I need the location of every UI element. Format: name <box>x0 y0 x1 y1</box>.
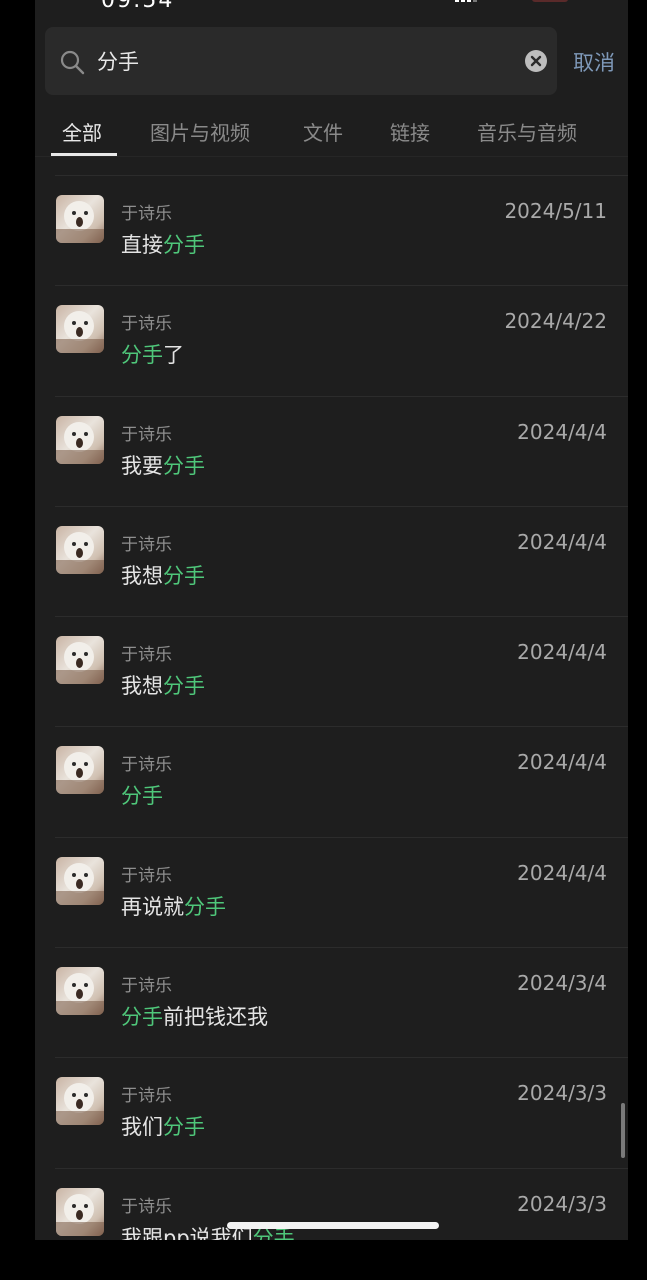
search-screen: 09:54 分手 取消 全部 图片与视频 文件 链接 音乐与音频 于诗乐 2024… <box>35 0 628 1240</box>
sender-name: 于诗乐 <box>121 645 172 666</box>
tab-music-audio[interactable]: 音乐与音频 <box>477 117 577 146</box>
sender-name: 于诗乐 <box>121 424 172 445</box>
signal-icon <box>455 0 477 2</box>
row-divider <box>55 505 628 507</box>
snippet-before: 我想 <box>121 563 163 588</box>
result-row[interactable]: 于诗乐 2024/3/3 我们分手 <box>35 1057 628 1167</box>
row-divider <box>55 726 628 728</box>
message-date: 2024/4/4 <box>517 860 607 885</box>
search-input[interactable]: 分手 <box>97 46 139 76</box>
filter-tabs: 全部 图片与视频 文件 链接 音乐与音频 <box>35 108 628 156</box>
sender-name: 于诗乐 <box>121 865 172 886</box>
sender-name: 于诗乐 <box>121 534 172 555</box>
result-row[interactable]: 于诗乐 2024/4/4 再说就分手 <box>35 836 628 947</box>
row-divider <box>55 836 628 838</box>
message-date: 2024/4/4 <box>517 529 607 554</box>
row-divider <box>55 616 628 618</box>
result-row[interactable]: 于诗乐 2024/3/4 分手前把钱还我 <box>35 947 628 1057</box>
message-date: 2024/4/4 <box>517 640 607 665</box>
result-row[interactable]: 于诗乐 2024/5/11 直接分手 <box>35 175 628 285</box>
message-date: 2024/4/4 <box>517 750 607 775</box>
home-indicator[interactable] <box>227 1222 439 1229</box>
avatar[interactable] <box>56 967 104 1016</box>
tab-links[interactable]: 链接 <box>390 117 430 146</box>
sender-name: 于诗乐 <box>121 1196 172 1217</box>
message-snippet: 我们分手 <box>121 1111 205 1141</box>
avatar[interactable] <box>56 1187 104 1236</box>
row-divider <box>55 285 628 287</box>
avatar[interactable] <box>56 415 104 464</box>
snippet-before: 我们 <box>121 1115 163 1140</box>
sender-name: 于诗乐 <box>121 1086 172 1107</box>
message-snippet: 我想分手 <box>121 560 205 590</box>
row-divider <box>55 1057 628 1059</box>
message-date: 2024/3/3 <box>517 1081 607 1106</box>
search-icon <box>60 50 85 75</box>
message-snippet: 分手 <box>121 780 163 810</box>
keyword-highlight: 分手 <box>163 563 205 588</box>
avatar[interactable] <box>56 525 104 574</box>
sender-name: 于诗乐 <box>121 204 172 224</box>
clear-icon[interactable] <box>524 49 548 73</box>
result-list: 于诗乐 2024/5/11 直接分手 于诗乐 2024/4/22 分手了 于诗乐 2024/4… <box>35 175 628 1240</box>
tab-files[interactable]: 文件 <box>303 117 343 146</box>
result-row[interactable]: 于诗乐 2024/4/4 我想分手 <box>35 616 628 726</box>
tab-all[interactable]: 全部 <box>62 117 102 146</box>
sender-name: 于诗乐 <box>121 314 172 335</box>
snippet-after: 前把钱还我 <box>163 1005 268 1030</box>
message-date: 2024/4/22 <box>504 309 607 334</box>
message-snippet: 再说就分手 <box>121 891 226 921</box>
status-time: 09:54 <box>101 0 175 13</box>
tab-media[interactable]: 图片与视频 <box>150 117 250 146</box>
row-divider <box>55 395 628 397</box>
cancel-button[interactable]: 取消 <box>573 47 615 77</box>
avatar[interactable] <box>56 636 104 685</box>
result-row[interactable]: 于诗乐 2024/4/4 我要分手 <box>35 395 628 506</box>
keyword-highlight: 分手 <box>121 343 163 368</box>
keyword-highlight: 分手 <box>163 233 205 257</box>
avatar[interactable] <box>56 1077 104 1126</box>
scrollbar[interactable] <box>621 1103 625 1158</box>
row-divider <box>55 947 628 949</box>
message-snippet: 直接分手 <box>121 229 205 259</box>
snippet-before: 我要 <box>121 453 163 478</box>
keyword-highlight: 分手 <box>163 453 205 478</box>
avatar[interactable] <box>56 305 104 354</box>
snippet-before: 直接 <box>121 233 163 257</box>
snippet-before: 我想 <box>121 674 163 699</box>
message-date: 2024/4/4 <box>517 419 607 444</box>
keyword-highlight: 分手 <box>121 1005 163 1030</box>
keyword-highlight: 分手 <box>163 674 205 699</box>
row-divider <box>55 1167 628 1169</box>
keyword-highlight: 分手 <box>121 784 163 809</box>
result-row[interactable]: 于诗乐 2024/4/22 分手了 <box>35 285 628 395</box>
message-snippet: 分手前把钱还我 <box>121 1001 268 1031</box>
header-divider <box>35 156 628 157</box>
keyword-highlight: 分手 <box>163 1115 205 1140</box>
message-date: 2024/5/11 <box>504 199 607 223</box>
message-snippet: 我要分手 <box>121 450 205 480</box>
sender-name: 于诗乐 <box>121 755 172 776</box>
avatar[interactable] <box>56 746 104 795</box>
message-date: 2024/3/4 <box>517 971 607 996</box>
avatar[interactable] <box>56 195 104 243</box>
keyword-highlight: 分手 <box>184 894 226 919</box>
search-box[interactable]: 分手 <box>45 27 557 95</box>
result-row[interactable]: 于诗乐 2024/3/3 我跟pp说我们分手 <box>35 1167 628 1240</box>
message-date: 2024/3/3 <box>517 1191 607 1216</box>
avatar[interactable] <box>56 856 104 905</box>
row-divider <box>55 175 628 176</box>
result-row[interactable]: 于诗乐 2024/4/4 我想分手 <box>35 505 628 616</box>
snippet-after: 了 <box>163 343 184 368</box>
message-snippet: 分手了 <box>121 339 184 369</box>
sender-name: 于诗乐 <box>121 976 172 997</box>
result-row[interactable]: 于诗乐 2024/4/4 分手 <box>35 726 628 836</box>
battery-icon <box>532 0 568 2</box>
status-bar: 09:54 <box>35 0 628 13</box>
message-snippet: 我想分手 <box>121 670 205 700</box>
snippet-before: 再说就 <box>121 894 184 919</box>
